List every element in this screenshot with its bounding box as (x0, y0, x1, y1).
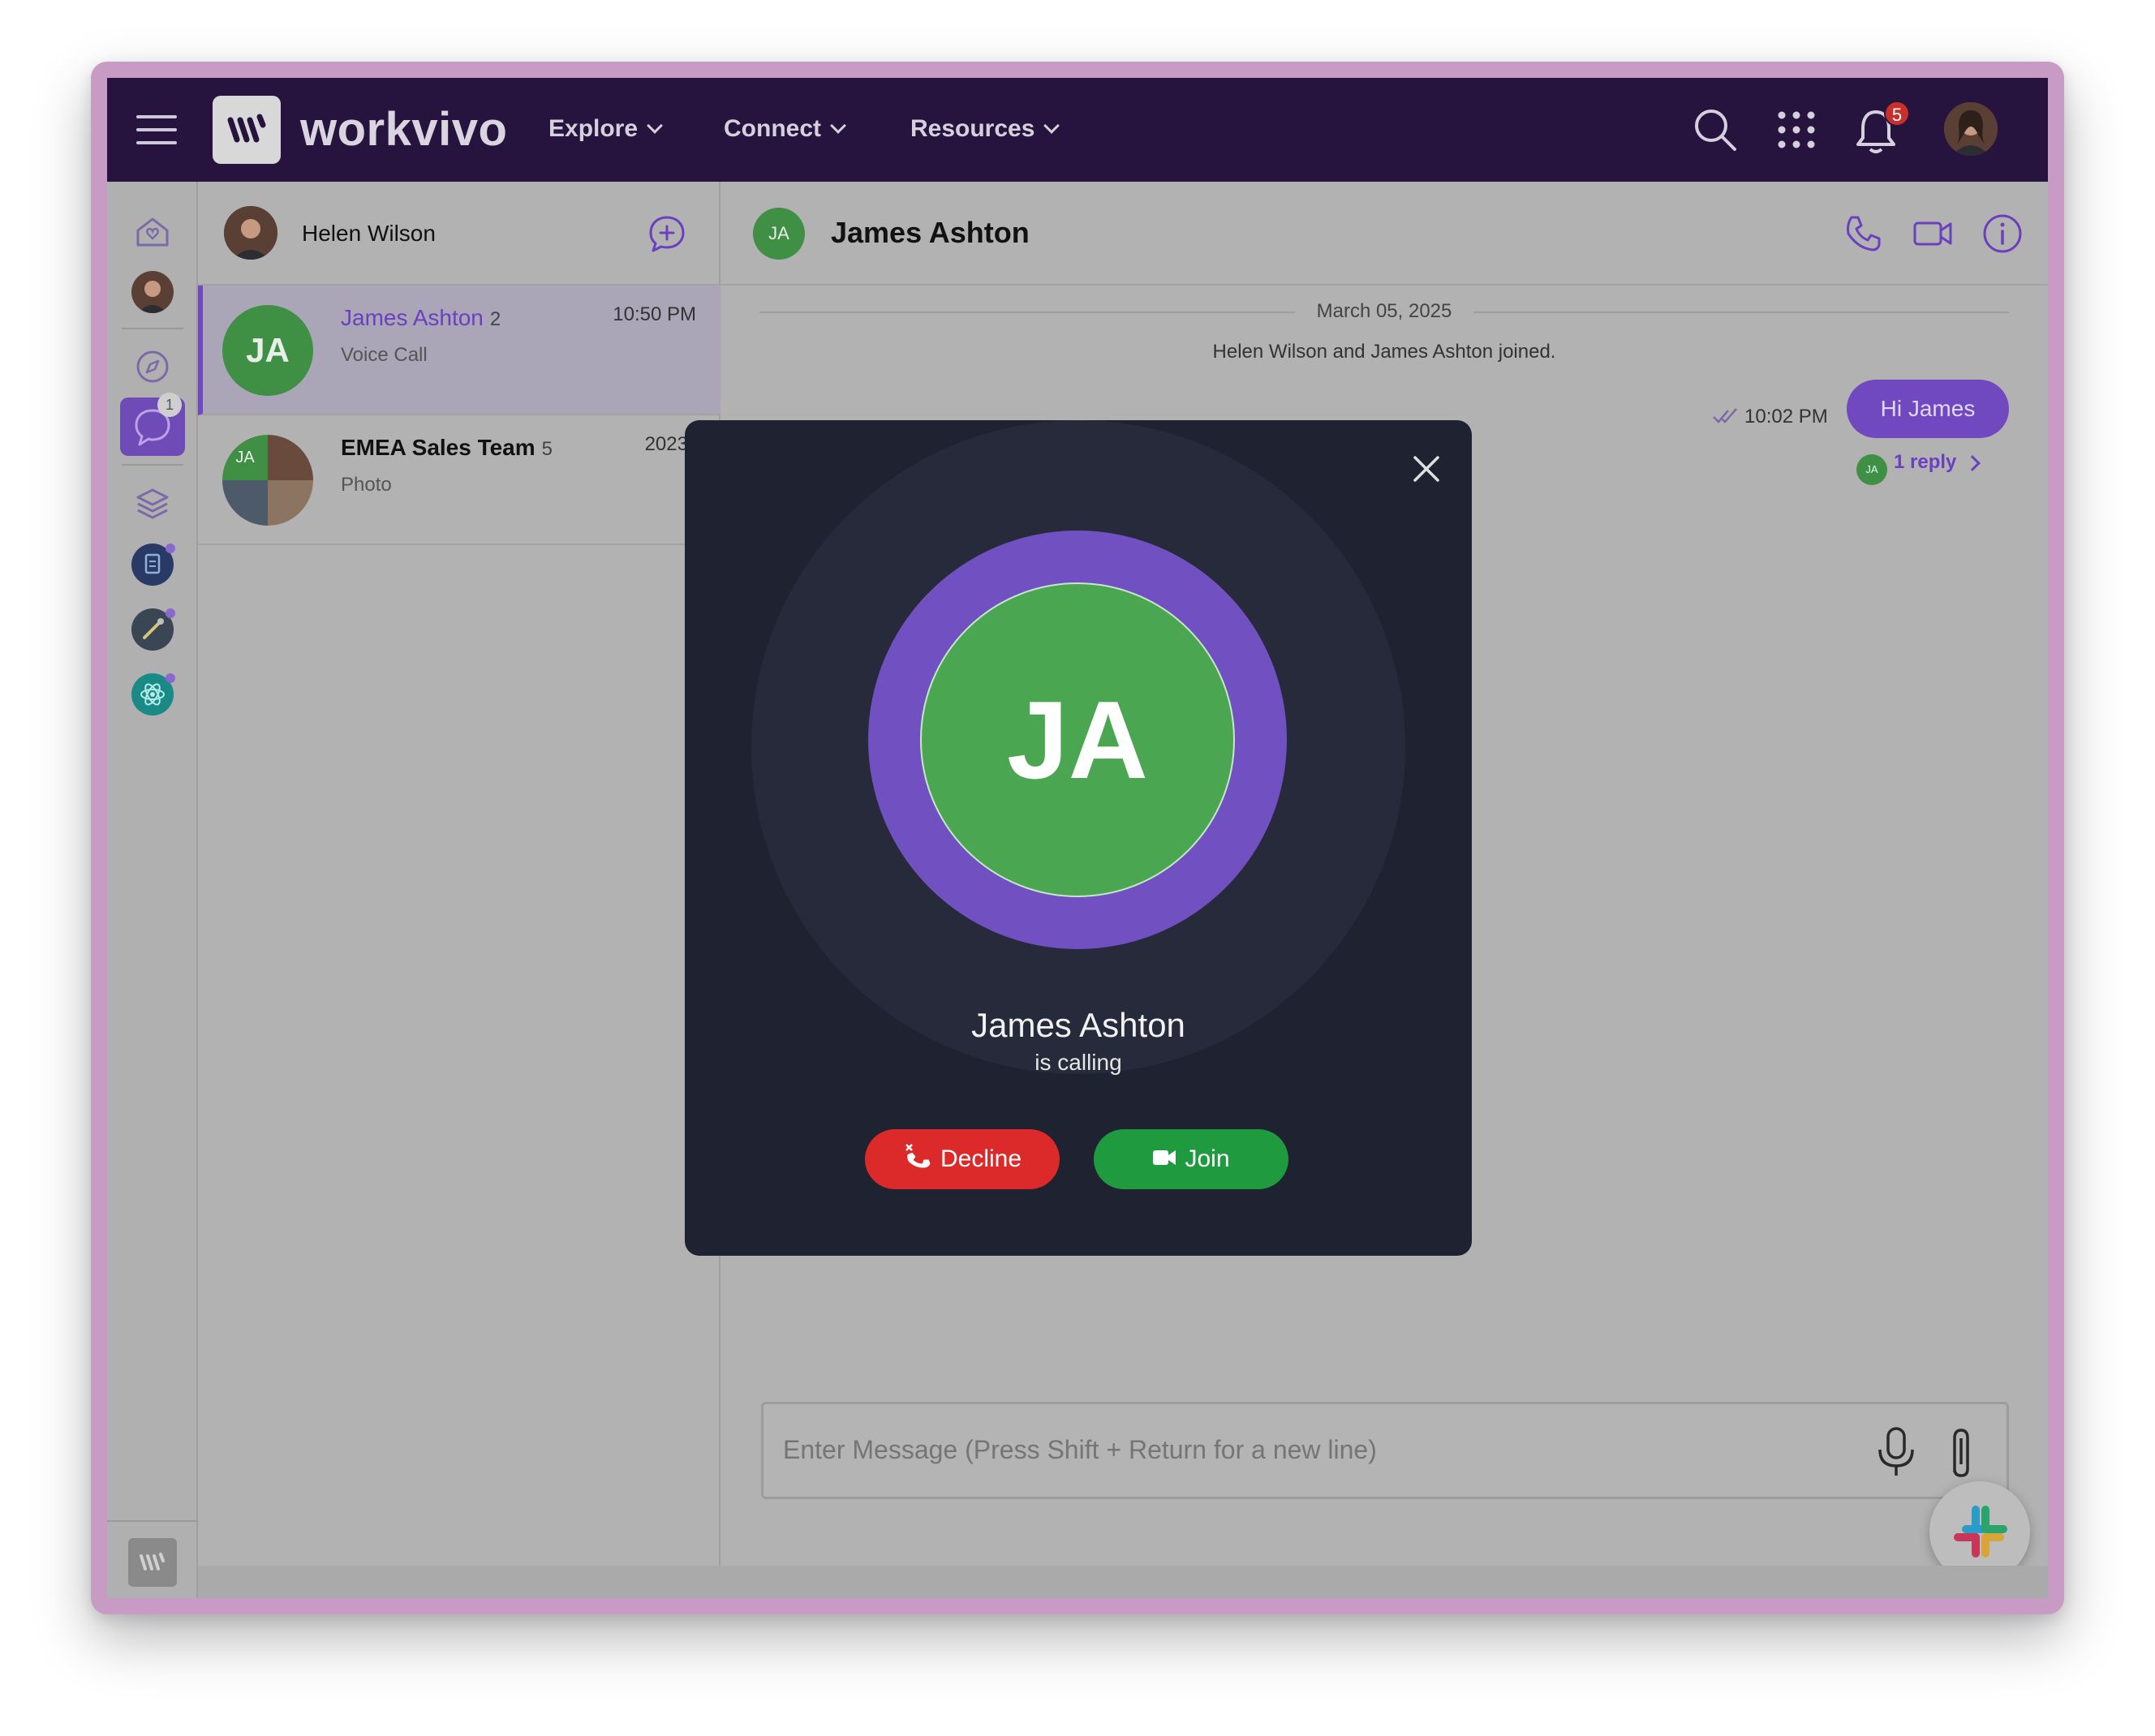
nav-explore-label: Explore (548, 115, 639, 142)
message-time: 10:02 PM (1744, 406, 1828, 428)
rail-divider (122, 328, 183, 329)
nav-connect-label: Connect (724, 115, 821, 142)
info-icon[interactable] (1980, 211, 2025, 256)
message-bubble[interactable]: Hi James (1847, 380, 2009, 438)
apps-grid-icon[interactable] (1777, 110, 1816, 153)
chevron-down-icon (647, 118, 663, 134)
phone-icon[interactable] (1840, 211, 1886, 256)
conversation-name-text: EMEA Sales Team (341, 435, 536, 460)
message-composer (761, 1402, 2009, 1499)
message-input[interactable] (783, 1435, 1838, 1465)
top-navigation-bar: workvivo Explore Connect Resources 5 (107, 78, 2048, 182)
reply-avatar: JA (1856, 454, 1887, 485)
chevron-right-icon[interactable] (1964, 455, 1981, 471)
system-message: Helen Wilson and James Ashton joined. (1212, 341, 1556, 363)
chevron-down-icon (830, 118, 846, 134)
left-rail: 1 (107, 182, 198, 1598)
notification-badge: 5 (1884, 101, 1910, 127)
conversation-time: 10:50 PM (613, 303, 696, 325)
conversation-count: 5 (541, 438, 553, 460)
new-chat-icon[interactable] (646, 213, 688, 255)
conversation-item-emea-sales-team[interactable]: JA EMEA Sales Team 5 Photo 2023/7/2 (198, 415, 720, 545)
group-member-photo (268, 480, 313, 526)
conversation-item-james-ashton[interactable]: JA James Ashton 2 Voice Call 10:50 PM (198, 286, 720, 415)
caller-name: James Ashton (971, 1006, 1185, 1044)
conversation-subtitle: Voice Call (341, 344, 428, 366)
group-member-photo (222, 480, 268, 526)
decline-label: Decline (940, 1145, 1022, 1172)
paperclip-icon[interactable] (1937, 1424, 1985, 1480)
layers-icon[interactable] (133, 483, 172, 522)
current-user-name: Helen Wilson (302, 221, 436, 246)
chat-badge: 1 (157, 393, 182, 417)
nav-resources[interactable]: Resources (910, 115, 1060, 143)
conversation-list-header: Helen Wilson (198, 182, 720, 286)
unread-dot (166, 608, 175, 618)
video-camera-icon[interactable] (1910, 211, 1955, 256)
close-icon[interactable] (1410, 453, 1443, 485)
nav-connect[interactable]: Connect (724, 115, 846, 143)
join-button[interactable]: Join (1094, 1129, 1288, 1189)
conversation-subtitle: Photo (341, 474, 392, 496)
chat-contact-avatar[interactable]: JA (753, 208, 805, 260)
replies-link[interactable]: 1 reply (1894, 451, 1956, 474)
date-separator: March 05, 2025 (759, 295, 2009, 328)
decline-button[interactable]: Decline (865, 1129, 1060, 1189)
logo-text[interactable]: workvivo (300, 102, 507, 157)
workvivo-logo-icon[interactable] (213, 96, 281, 164)
unread-dot (166, 673, 175, 683)
join-label: Join (1185, 1145, 1230, 1172)
chat-title: James Ashton (831, 216, 1030, 249)
chevron-down-icon (1043, 118, 1060, 134)
video-camera-icon (1153, 1150, 1176, 1166)
bottom-strip (198, 1566, 2048, 1598)
chat-header: JA James Ashton (720, 182, 2048, 286)
caller-avatar: JA (920, 582, 1235, 897)
search-icon[interactable] (1693, 107, 1738, 157)
home-heart-icon[interactable] (133, 213, 172, 251)
nav-resources-label: Resources (910, 115, 1035, 142)
rail-divider (107, 1520, 198, 1522)
group-avatar: JA (222, 435, 313, 526)
conversation-list-panel: Helen Wilson JA James Ashton 2 Voice Call… (198, 182, 720, 1598)
microphone-icon[interactable] (1872, 1424, 1921, 1480)
date-separator-label: March 05, 2025 (1316, 300, 1452, 322)
rail-profile-avatar[interactable] (131, 271, 174, 313)
conversation-name-text: James Ashton (341, 305, 484, 330)
conversation-name: James Ashton 2 (341, 305, 501, 331)
read-receipt-icon (1712, 406, 1740, 425)
conversation-name: EMEA Sales Team 5 (341, 435, 553, 461)
menu-icon[interactable] (136, 114, 177, 146)
nav-explore[interactable]: Explore (548, 115, 663, 143)
user-avatar[interactable] (1944, 102, 1998, 156)
group-member-initials: JA (222, 435, 268, 480)
unread-dot (166, 544, 175, 553)
conversation-avatar: JA (222, 305, 313, 396)
call-status: is calling (1034, 1050, 1122, 1075)
incoming-call-modal: JA James Ashton is calling Decline Join (685, 420, 1472, 1256)
app-window: workvivo Explore Connect Resources 5 1 H… (107, 78, 2048, 1598)
workvivo-small-logo-icon[interactable] (128, 1538, 177, 1587)
compass-icon[interactable] (133, 347, 172, 386)
conversation-count: 2 (489, 308, 501, 330)
current-user-avatar[interactable] (224, 206, 277, 260)
group-member-photo (268, 435, 313, 480)
decline-call-icon (905, 1144, 931, 1168)
rail-divider (122, 464, 183, 466)
